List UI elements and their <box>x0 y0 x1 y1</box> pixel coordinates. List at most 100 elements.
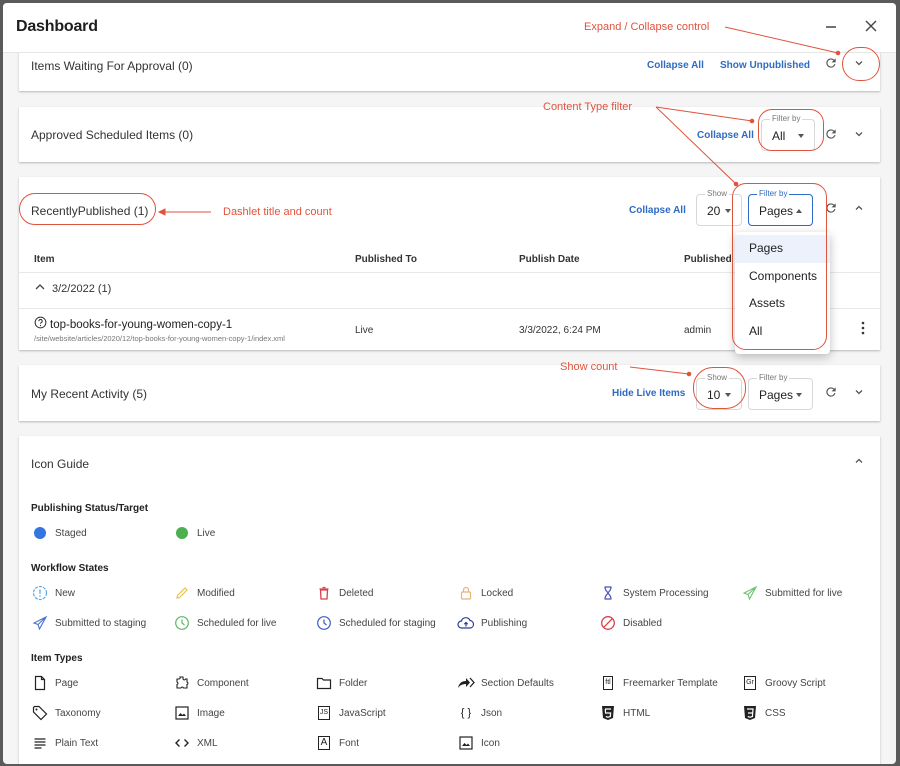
cloud-upload-icon <box>457 614 475 632</box>
group-row[interactable]: 3/2/2022 (1) <box>34 281 111 297</box>
collapse-all-button[interactable]: Collapse All <box>697 130 754 141</box>
guide-item-javascript: JS JavaScript <box>315 704 386 722</box>
row-options-button[interactable] <box>853 320 873 340</box>
guide-item-deleted: Deleted <box>315 584 373 602</box>
show-unpublished-button[interactable]: Show Unpublished <box>720 60 810 71</box>
guide-item-plain-text: Plain Text <box>31 734 98 752</box>
dashboard-dialog: Dashboard Items Waiting For Approval (0)… <box>3 3 896 764</box>
refresh-icon <box>824 56 838 75</box>
guide-item-section-defaults: Section Defaults <box>457 674 554 692</box>
guide-item-font: A Font <box>315 734 359 752</box>
hourglass-icon <box>599 584 617 602</box>
menu-item-all[interactable]: All <box>735 318 830 346</box>
column-header-publish-date[interactable]: Publish Date <box>519 254 580 265</box>
expand-collapse-button[interactable] <box>849 126 869 146</box>
more-vertical-icon <box>861 321 865 340</box>
published-by: admin <box>684 325 712 336</box>
minimize-button[interactable] <box>819 16 843 40</box>
refresh-icon <box>824 385 838 404</box>
filter-by-dropdown-menu: Pages Components Assets All <box>735 232 830 354</box>
chevron-down-icon <box>853 127 865 145</box>
group-label: 3/2/2022 (1) <box>52 283 112 295</box>
refresh-button[interactable] <box>821 55 841 75</box>
guide-item-locked: Locked <box>457 584 513 602</box>
refresh-button[interactable] <box>821 126 841 146</box>
annotation-dashlet-title: Dashlet title and count <box>223 206 332 218</box>
guide-item-new: New <box>31 584 75 602</box>
item-name[interactable]: top-books-for-young-women-copy-1 <box>50 319 232 331</box>
filter-by-value: Pages <box>759 388 794 402</box>
expand-collapse-button[interactable] <box>849 200 869 220</box>
caret-up-icon <box>796 209 802 213</box>
groovy-icon: Gr <box>741 674 759 692</box>
guide-item-scheduled-staging: Scheduled for staging <box>315 614 436 632</box>
freemarker-icon: ftl <box>599 674 617 692</box>
filter-by-label: Filter by <box>757 373 790 382</box>
guide-item-image: Image <box>173 704 225 722</box>
refresh-button[interactable] <box>821 384 841 404</box>
collapse-all-button[interactable]: Collapse All <box>647 60 704 71</box>
chevron-up-icon <box>34 280 46 298</box>
guide-item-icon: Icon <box>457 734 500 752</box>
filter-by-select[interactable]: Filter by Pages <box>748 373 813 410</box>
pencil-icon <box>173 584 191 602</box>
hide-live-items-button[interactable]: Hide Live Items <box>612 388 685 399</box>
expand-collapse-button[interactable] <box>849 55 869 75</box>
show-label: Show <box>705 373 730 382</box>
guide-item-staged: Staged <box>31 524 87 542</box>
menu-item-assets[interactable]: Assets <box>735 290 830 318</box>
close-button[interactable] <box>859 16 883 40</box>
annotation-show-count: Show count <box>560 361 618 373</box>
section-heading-item-types: Item Types <box>31 653 83 664</box>
refresh-icon <box>824 201 838 220</box>
expand-collapse-button[interactable] <box>849 384 869 404</box>
guide-item-system-processing: System Processing <box>599 584 709 602</box>
item-path: /site/website/articles/2020/12/top-books… <box>34 334 285 343</box>
tag-icon <box>31 704 49 722</box>
menu-item-pages[interactable]: Pages <box>735 235 830 263</box>
filter-by-value: All <box>772 129 786 143</box>
paper-plane-live-icon <box>741 584 759 602</box>
column-header-published-to[interactable]: Published To <box>355 254 417 265</box>
guide-item-submitted-live: Submitted for live <box>741 584 842 602</box>
staged-dot-icon <box>31 524 49 542</box>
dashlet-title: Approved Scheduled Items (0) <box>31 128 194 142</box>
show-count-select[interactable]: Show 20 <box>696 189 742 226</box>
guide-item-scheduled-live: Scheduled for live <box>173 614 277 632</box>
guide-item-css: CSS <box>741 704 786 722</box>
caret-down-icon <box>796 393 802 397</box>
text-lines-icon <box>31 734 49 752</box>
page-icon <box>31 674 49 692</box>
chevron-up-icon <box>853 454 865 472</box>
collapse-all-button[interactable]: Collapse All <box>629 205 686 216</box>
unknown-type-icon <box>34 316 47 334</box>
caret-down-icon <box>798 134 804 138</box>
column-header-item[interactable]: Item <box>34 254 55 265</box>
html5-icon <box>599 704 617 722</box>
filter-by-label: Filter by <box>770 114 803 123</box>
refresh-button[interactable] <box>821 200 841 220</box>
show-count-select[interactable]: Show 10 <box>696 373 742 410</box>
filter-by-select[interactable]: Filter by Pages <box>748 189 813 226</box>
paper-plane-staging-icon <box>31 614 49 632</box>
guide-item-live: Live <box>173 524 215 542</box>
guide-item-folder: Folder <box>315 674 367 692</box>
dialog-title: Dashboard <box>16 18 98 35</box>
component-icon <box>173 674 191 692</box>
dashlet-title: Items Waiting For Approval (0) <box>31 59 193 73</box>
dashlet-title: RecentlyPublished (1) <box>31 204 149 218</box>
chevron-up-icon <box>853 201 865 219</box>
close-icon <box>864 19 878 38</box>
show-value: 10 <box>707 388 721 402</box>
filter-by-select[interactable]: Filter by All <box>761 114 815 151</box>
expand-collapse-button[interactable] <box>849 453 869 473</box>
annotation-content-type-filter: Content Type filter <box>543 101 633 113</box>
guide-item-json: { } Json <box>457 704 502 722</box>
menu-item-components[interactable]: Components <box>735 263 830 291</box>
dashlet-title: My Recent Activity (5) <box>31 387 148 401</box>
css3-icon <box>741 704 759 722</box>
caret-down-icon <box>725 393 731 397</box>
filter-by-value: Pages <box>759 204 794 218</box>
show-value: 20 <box>707 204 721 218</box>
font-icon: A <box>315 734 333 752</box>
